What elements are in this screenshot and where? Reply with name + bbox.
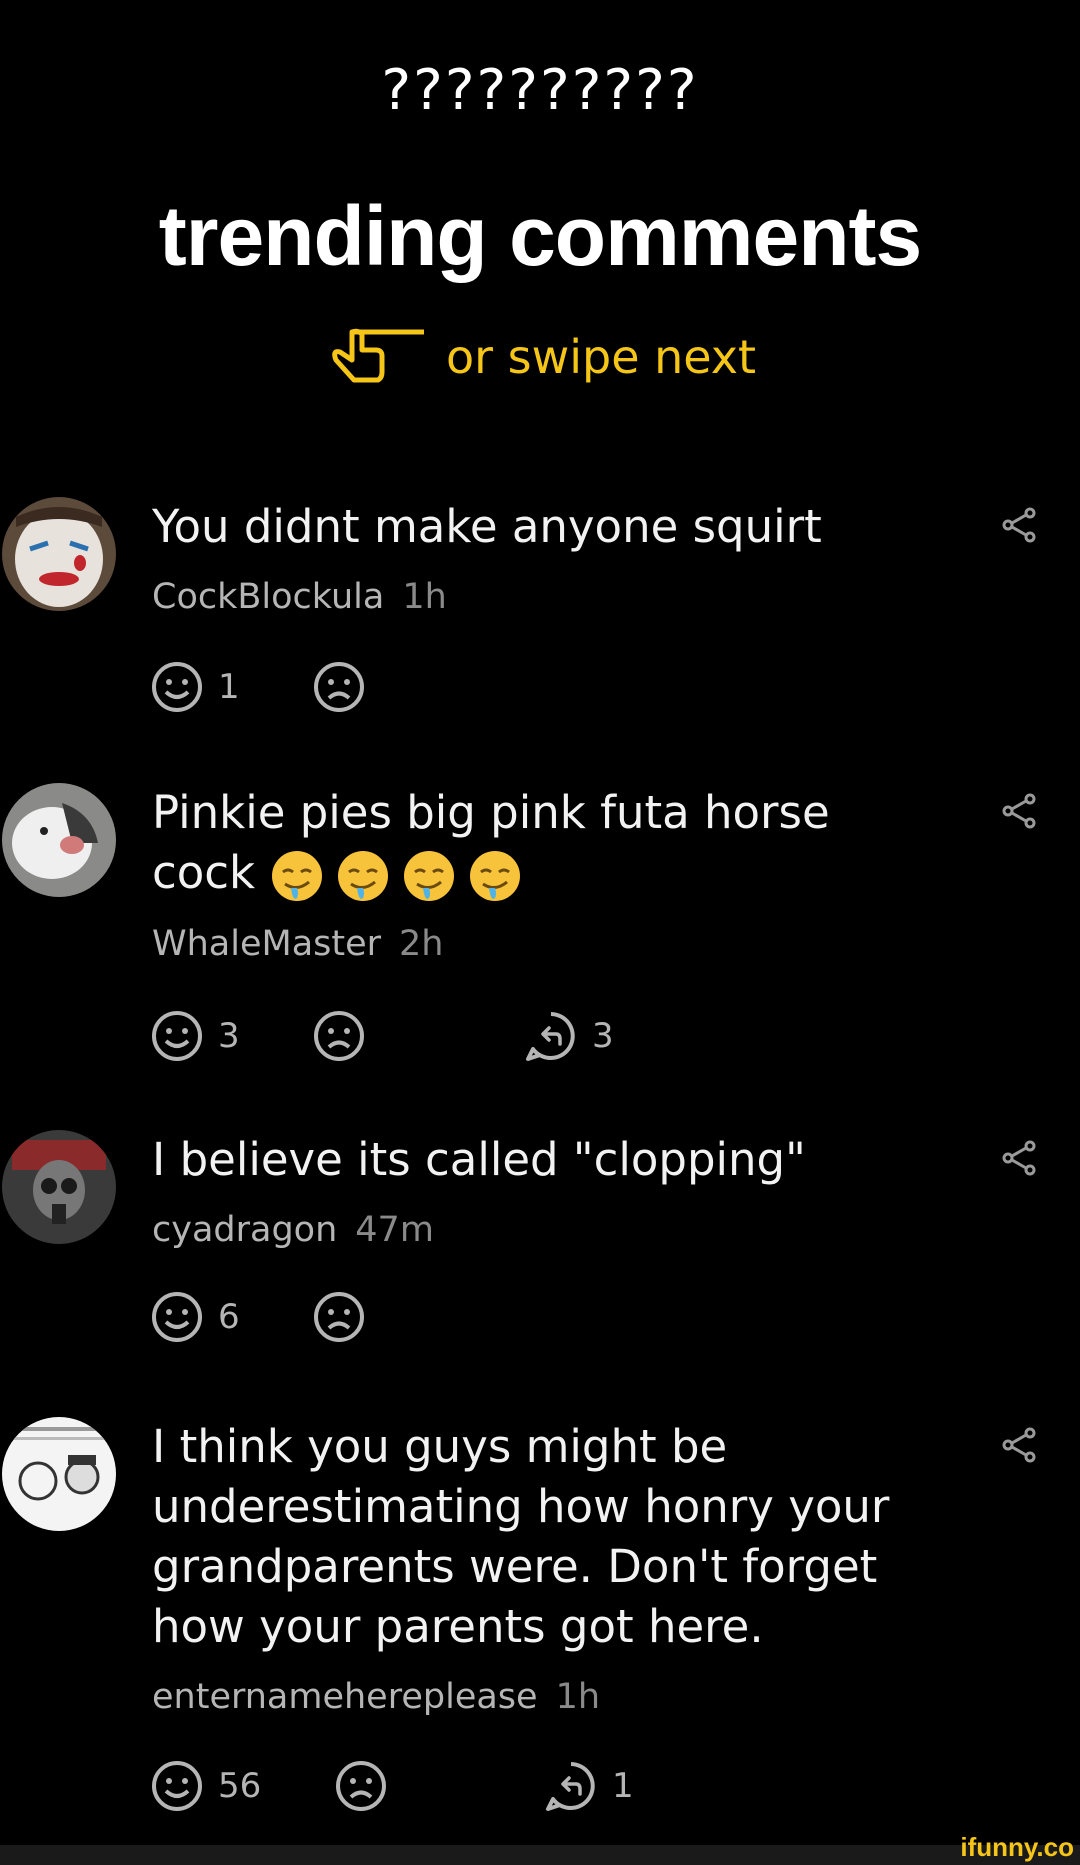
drooling-face-icon	[338, 851, 389, 901]
unsmile-button[interactable]	[312, 1009, 366, 1063]
reply-count: 1	[612, 1766, 634, 1806]
share-icon[interactable]	[1000, 505, 1040, 545]
unsmile-button[interactable]	[334, 1759, 388, 1813]
reply-icon	[546, 1762, 595, 1811]
share-icon[interactable]	[1000, 1138, 1040, 1178]
comment-text: I think you guys might be underestimatin…	[152, 1420, 890, 1653]
unsmile-button[interactable]	[312, 660, 366, 714]
username[interactable]: enternamehereplease	[152, 1677, 538, 1717]
smile-icon	[152, 1011, 202, 1061]
frown-icon	[314, 1292, 364, 1342]
comment-text: I believe its called "clopping"	[152, 1133, 806, 1186]
frown-icon	[314, 1011, 364, 1061]
username[interactable]: cyadragon	[152, 1210, 337, 1250]
drooling-face-icon	[272, 851, 323, 901]
replies-button[interactable]: 1	[544, 1759, 634, 1813]
smile-count: 56	[218, 1766, 262, 1806]
brand-watermark: ifunny.co	[960, 1832, 1074, 1862]
smile-count: 6	[218, 1297, 240, 1337]
comment-meta: WhaleMaster 2h	[152, 924, 443, 964]
comment-text: Pinkie pies big pink futa horse cock	[152, 783, 942, 904]
share-icon[interactable]	[1000, 1425, 1040, 1465]
share-icon[interactable]	[1000, 791, 1040, 831]
comment-meta: CockBlockula 1h	[152, 577, 447, 617]
frown-icon	[314, 662, 364, 712]
timestamp: 1h	[555, 1677, 601, 1717]
smile-icon	[152, 1292, 202, 1342]
replies-button[interactable]: 3	[524, 1009, 614, 1063]
comment-meta: enternamehereplease 1h	[152, 1677, 600, 1717]
smile-count: 1	[218, 667, 240, 707]
drooling-face-icon	[404, 851, 455, 901]
username[interactable]: WhaleMaster	[152, 924, 381, 964]
smile-button[interactable]: 1	[150, 660, 240, 714]
drooling-face-icon	[470, 851, 521, 901]
smile-icon	[152, 1761, 202, 1811]
swipe-next-button[interactable]: or swipe next	[0, 322, 1080, 392]
smile-button[interactable]: 3	[150, 1009, 240, 1063]
reply-count: 3	[592, 1016, 614, 1056]
page-title: ??????????	[381, 58, 699, 123]
smile-icon	[152, 662, 202, 712]
smile-count: 3	[218, 1016, 240, 1056]
avatar[interactable]	[2, 783, 116, 897]
smile-button[interactable]: 6	[150, 1290, 240, 1344]
reply-icon	[526, 1012, 575, 1061]
avatar[interactable]	[2, 1130, 116, 1244]
username[interactable]: CockBlockula	[152, 577, 384, 617]
timestamp: 47m	[355, 1210, 434, 1250]
trending-heading: trending comments	[158, 189, 922, 283]
comment-text: You didnt make anyone squirt	[152, 500, 822, 553]
avatar[interactable]	[2, 1417, 116, 1531]
unsmile-button[interactable]	[312, 1290, 366, 1344]
smile-button[interactable]: 56	[150, 1759, 261, 1813]
footer-bar	[0, 1845, 1080, 1865]
frown-icon	[336, 1761, 386, 1811]
timestamp: 1h	[402, 577, 447, 617]
timestamp: 2h	[399, 924, 444, 964]
swipe-hint-label: or swipe next	[445, 330, 757, 384]
avatar[interactable]	[2, 497, 116, 611]
drooling-emoji-group	[269, 846, 533, 901]
comment-meta: cyadragon 47m	[152, 1210, 434, 1250]
pointing-hand-icon	[332, 328, 424, 383]
